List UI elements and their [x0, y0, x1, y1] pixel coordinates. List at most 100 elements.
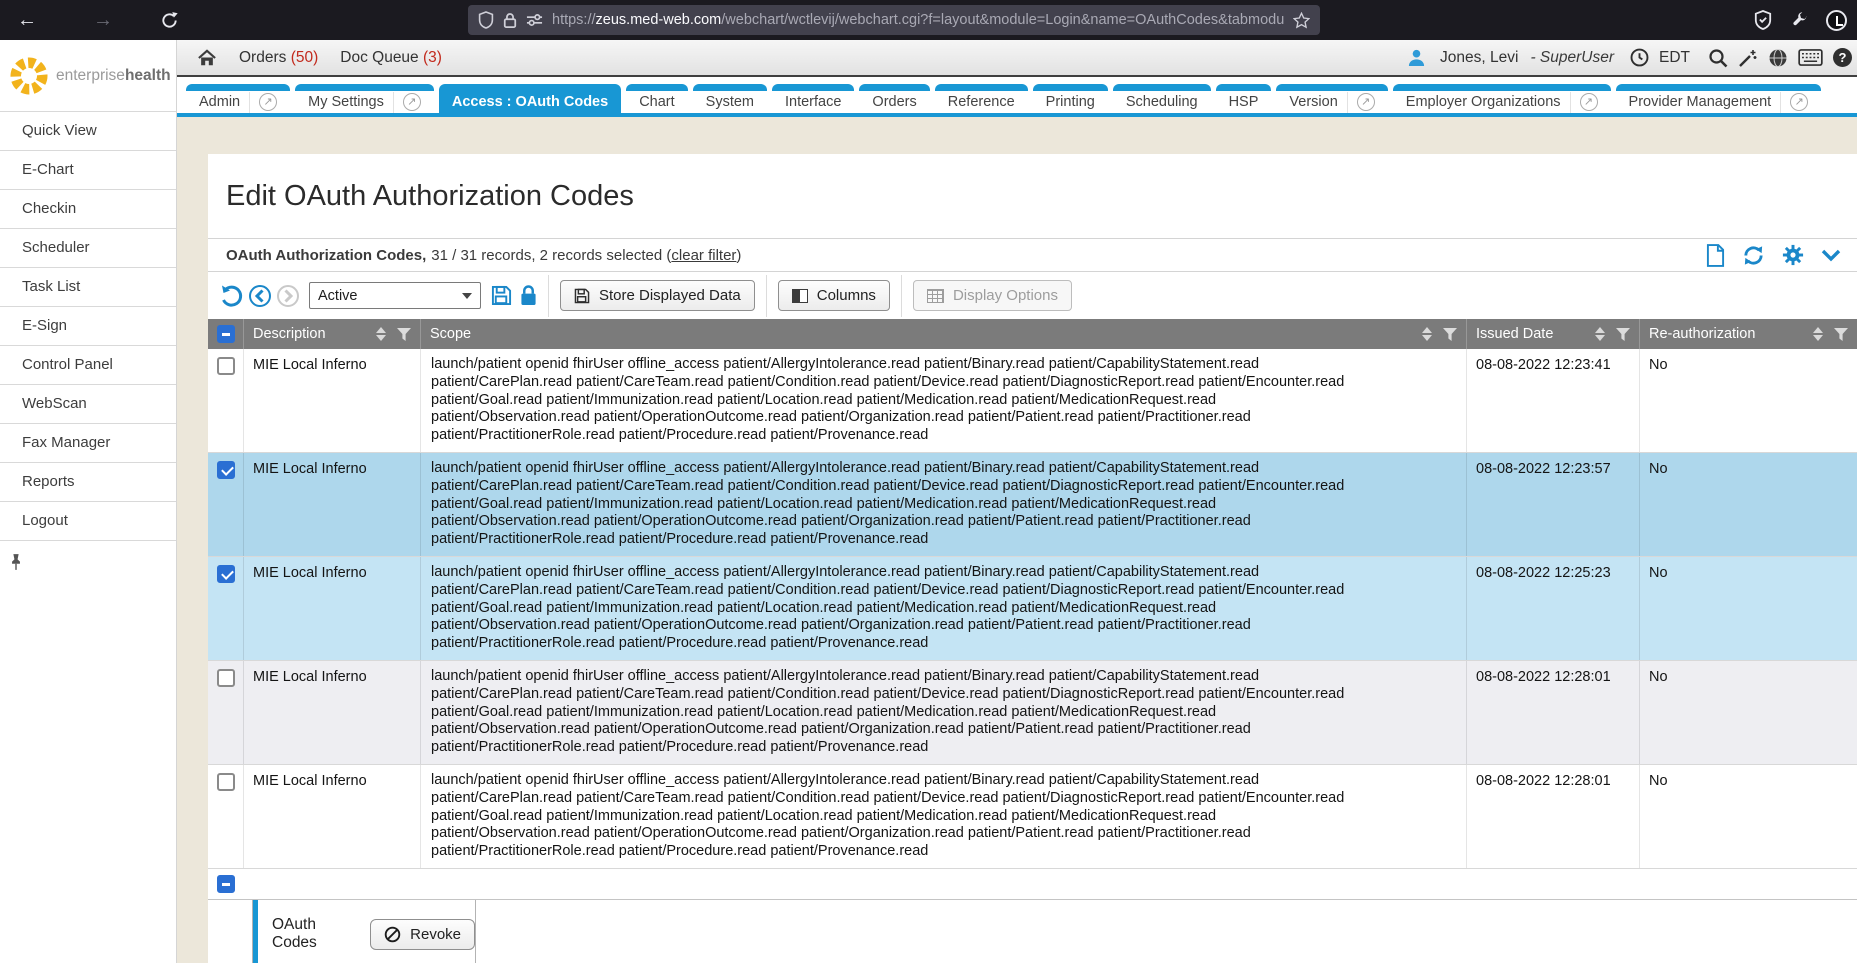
- clock-icon[interactable]: [1630, 48, 1649, 67]
- home-icon[interactable]: [197, 49, 217, 67]
- lock-icon[interactable]: [503, 12, 517, 29]
- clear-filter-link[interactable]: clear filter: [671, 247, 736, 264]
- sidebar-item-checkin[interactable]: Checkin: [0, 190, 176, 229]
- pin-icon[interactable]: [9, 553, 176, 571]
- history-clock-icon[interactable]: [1826, 10, 1847, 31]
- table-row[interactable]: MIE Local Inferno launch/patient openid …: [208, 453, 1857, 557]
- tab-reference[interactable]: Reference: [935, 84, 1028, 113]
- page-previous-icon[interactable]: [249, 285, 271, 307]
- external-link-icon[interactable]: ↗: [259, 93, 277, 111]
- table-row[interactable]: MIE Local Inferno launch/patient openid …: [208, 661, 1857, 765]
- oauth-codes-tab-panel[interactable]: OAuth Codes Revoke: [252, 900, 476, 963]
- select-all-checkbox[interactable]: [217, 875, 235, 893]
- wand-icon[interactable]: [1738, 48, 1758, 68]
- row-checkbox[interactable]: [217, 565, 235, 583]
- display-options-button[interactable]: Display Options: [913, 280, 1072, 311]
- table-row[interactable]: MIE Local Inferno launch/patient openid …: [208, 557, 1857, 661]
- table-row[interactable]: MIE Local Inferno launch/patient openid …: [208, 349, 1857, 453]
- sidebar-item-e-sign[interactable]: E-Sign: [0, 307, 176, 346]
- refresh-icon[interactable]: [1742, 244, 1765, 267]
- sidebar-item-quick-view[interactable]: Quick View: [0, 112, 176, 151]
- tab-version[interactable]: Version↗: [1276, 84, 1387, 113]
- select-all-checkbox[interactable]: [217, 325, 235, 343]
- lock-filter-icon[interactable]: [520, 285, 537, 306]
- sort-icon[interactable]: [1595, 327, 1605, 341]
- permissions-icon[interactable]: [526, 13, 543, 27]
- sort-icon[interactable]: [376, 327, 386, 341]
- flower-logo-icon: [9, 56, 49, 96]
- sidebar-item-logout[interactable]: Logout: [0, 502, 176, 541]
- filter-funnel-icon[interactable]: [1443, 328, 1457, 341]
- help-icon[interactable]: ?: [1833, 48, 1852, 67]
- filter-funnel-icon[interactable]: [397, 328, 411, 341]
- new-document-icon[interactable]: [1706, 244, 1725, 267]
- store-displayed-data-button[interactable]: Store Displayed Data: [560, 280, 755, 311]
- sidebar-item-control-panel[interactable]: Control Panel: [0, 346, 176, 385]
- select-all-header-cell[interactable]: [208, 319, 244, 349]
- sort-icon[interactable]: [1422, 327, 1432, 341]
- column-header-scope[interactable]: Scope: [421, 319, 1467, 349]
- column-header-issued-date[interactable]: Issued Date: [1467, 319, 1640, 349]
- user-role: - SuperUser: [1530, 49, 1614, 67]
- issued-date-cell: 08-08-2022 12:28:01: [1467, 661, 1640, 764]
- sidebar-item-fax-manager[interactable]: Fax Manager: [0, 424, 176, 463]
- status-filter-select[interactable]: Active: [309, 282, 481, 309]
- tab-printing[interactable]: Printing: [1033, 84, 1108, 113]
- sidebar-item-task-list[interactable]: Task List: [0, 268, 176, 307]
- wrench-icon[interactable]: [1790, 11, 1808, 29]
- sidebar-item-e-chart[interactable]: E-Chart: [0, 151, 176, 190]
- revoke-button[interactable]: Revoke: [370, 919, 475, 950]
- row-checkbox[interactable]: [217, 357, 235, 375]
- external-link-icon[interactable]: ↗: [403, 93, 421, 111]
- save-filter-icon[interactable]: [491, 285, 512, 306]
- undo-icon[interactable]: [219, 284, 243, 308]
- row-checkbox[interactable]: [217, 669, 235, 687]
- tab-system[interactable]: System: [693, 84, 767, 113]
- sidebar-item-webscan[interactable]: WebScan: [0, 385, 176, 424]
- globe-icon[interactable]: [1768, 48, 1788, 68]
- sidebar-item-reports[interactable]: Reports: [0, 463, 176, 502]
- orders-link[interactable]: Orders (50): [239, 49, 318, 67]
- sort-icon[interactable]: [1813, 327, 1823, 341]
- browser-back-icon[interactable]: ←: [12, 9, 42, 32]
- tab-interface[interactable]: Interface: [772, 84, 854, 113]
- tab-orders[interactable]: Orders: [859, 84, 929, 113]
- table-row[interactable]: MIE Local Inferno launch/patient openid …: [208, 765, 1857, 869]
- columns-button[interactable]: Columns: [778, 280, 890, 311]
- scope-cell: launch/patient openid fhirUser offline_a…: [421, 661, 1467, 764]
- external-link-icon[interactable]: ↗: [1357, 93, 1375, 111]
- page-next-icon[interactable]: [277, 285, 299, 307]
- tab-provider-management[interactable]: Provider Management↗: [1616, 84, 1822, 113]
- tab-scheduling[interactable]: Scheduling: [1113, 84, 1211, 113]
- bookmark-star-icon[interactable]: [1293, 12, 1310, 29]
- tab-employer-organizations[interactable]: Employer Organizations↗: [1393, 84, 1611, 113]
- settings-gear-icon[interactable]: [1782, 244, 1804, 266]
- column-header-description[interactable]: Description: [244, 319, 421, 349]
- keyboard-icon[interactable]: [1798, 49, 1823, 66]
- tab-access-oauth-codes[interactable]: Access : OAuth Codes: [439, 84, 621, 113]
- sidebar-item-scheduler[interactable]: Scheduler: [0, 229, 176, 268]
- external-link-icon[interactable]: ↗: [1580, 93, 1598, 111]
- row-checkbox[interactable]: [217, 773, 235, 791]
- search-icon[interactable]: [1708, 48, 1728, 68]
- url-bar[interactable]: https://zeus.med-web.com/webchart/wctlev…: [468, 5, 1320, 35]
- description-cell: MIE Local Inferno: [244, 765, 421, 868]
- external-link-icon[interactable]: ↗: [1790, 93, 1808, 111]
- column-header-reauthorization[interactable]: Re-authorization: [1640, 319, 1857, 349]
- tab-admin[interactable]: Admin↗: [186, 84, 290, 113]
- row-checkbox[interactable]: [217, 461, 235, 479]
- tab-hsp[interactable]: HSP: [1216, 84, 1272, 113]
- collapse-chevron-icon[interactable]: [1821, 249, 1841, 262]
- tracking-shield-icon[interactable]: [478, 11, 494, 29]
- tab-chart[interactable]: Chart: [626, 84, 687, 113]
- reauthorization-cell: No: [1640, 661, 1857, 764]
- doc-queue-link[interactable]: Doc Queue (3): [340, 49, 442, 67]
- user-icon: [1407, 48, 1426, 67]
- extension-shield-icon[interactable]: [1754, 10, 1772, 30]
- user-name[interactable]: Jones, Levi: [1440, 49, 1518, 67]
- browser-refresh-icon[interactable]: [160, 11, 190, 30]
- filter-funnel-icon[interactable]: [1616, 328, 1630, 341]
- tab-my-settings[interactable]: My Settings↗: [295, 84, 434, 113]
- browser-forward-icon[interactable]: →: [88, 9, 118, 32]
- filter-funnel-icon[interactable]: [1834, 328, 1848, 341]
